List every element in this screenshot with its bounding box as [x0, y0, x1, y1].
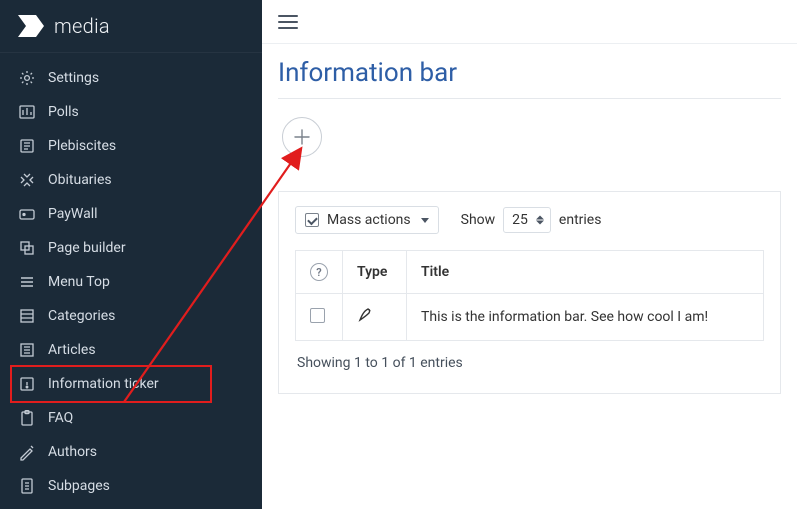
- header-type[interactable]: Type: [343, 251, 407, 294]
- mass-actions-dropdown[interactable]: Mass actions: [295, 206, 439, 234]
- sidebar: media Settings Polls Plebiscites Obituaries…: [0, 0, 262, 509]
- data-table: ? Type Title This is the information bar…: [295, 250, 764, 341]
- checkbox-icon[interactable]: [310, 308, 325, 323]
- sidebar-item-label: Page builder: [48, 240, 126, 256]
- page-size-value: 25: [512, 212, 528, 228]
- header-help[interactable]: ?: [296, 251, 343, 294]
- menu-top-icon: [18, 273, 36, 291]
- page-size-select[interactable]: 25: [503, 207, 551, 233]
- checkbox-icon: [305, 213, 319, 227]
- obituaries-icon: [18, 171, 36, 189]
- categories-icon: [18, 307, 36, 325]
- sidebar-item-menu-top[interactable]: Menu Top: [0, 265, 262, 299]
- caret-down-icon: [421, 218, 429, 223]
- main-area: Information bar Mass actions Show 25 e: [262, 0, 797, 509]
- mass-actions-label: Mass actions: [327, 212, 411, 228]
- page-builder-icon: [18, 239, 36, 257]
- articles-icon: [18, 341, 36, 359]
- page-title: Information bar: [262, 44, 797, 98]
- sidebar-item-subpages[interactable]: Subpages: [0, 469, 262, 503]
- entries-label: entries: [559, 212, 602, 228]
- sidebar-item-label: Settings: [48, 70, 99, 86]
- sidebar-item-label: Plebiscites: [48, 138, 116, 154]
- sidebar-item-label: FAQ: [48, 410, 73, 426]
- information-ticker-icon: [18, 375, 36, 393]
- topbar: [262, 0, 797, 44]
- divider: [278, 98, 781, 99]
- sidebar-item-label: PayWall: [48, 206, 98, 222]
- sidebar-nav: Settings Polls Plebiscites Obituaries PayWal…: [0, 53, 262, 503]
- row-title-cell: This is the information bar. See how coo…: [407, 294, 764, 341]
- table-info: Showing 1 to 1 of 1 entries: [295, 355, 764, 371]
- settings-icon: [18, 69, 36, 87]
- brand[interactable]: media: [0, 0, 262, 53]
- pen-icon: [357, 306, 375, 324]
- sidebar-item-polls[interactable]: Polls: [0, 95, 262, 129]
- question-icon: ?: [310, 263, 328, 281]
- row-select-cell[interactable]: [296, 294, 343, 341]
- sidebar-item-paywall[interactable]: PayWall: [0, 197, 262, 231]
- sidebar-item-information-ticker[interactable]: Information ticker: [0, 367, 262, 401]
- brand-name: media: [54, 14, 110, 38]
- sidebar-item-label: Authors: [48, 444, 97, 460]
- sidebar-item-articles[interactable]: Articles: [0, 333, 262, 367]
- page-size-control: Show 25 entries: [461, 207, 602, 233]
- sort-arrows-icon: [536, 216, 544, 225]
- plus-icon: [294, 129, 310, 145]
- plebiscites-icon: [18, 137, 36, 155]
- list-controls: Mass actions Show 25 entries: [295, 206, 764, 234]
- sidebar-item-authors[interactable]: Authors: [0, 435, 262, 469]
- add-button[interactable]: [282, 117, 322, 157]
- sidebar-item-faq[interactable]: FAQ: [0, 401, 262, 435]
- sidebar-item-label: Menu Top: [48, 274, 110, 290]
- authors-icon: [18, 443, 36, 461]
- paywall-icon: [18, 205, 36, 223]
- sidebar-item-plebiscites[interactable]: Plebiscites: [0, 129, 262, 163]
- header-title[interactable]: Title: [407, 251, 764, 294]
- sidebar-item-categories[interactable]: Categories: [0, 299, 262, 333]
- sidebar-item-label: Obituaries: [48, 172, 112, 188]
- brand-logo-icon: [18, 15, 44, 37]
- row-type-cell: [343, 294, 407, 341]
- sidebar-item-label: Information ticker: [48, 376, 159, 392]
- sidebar-item-label: Subpages: [48, 478, 110, 494]
- sidebar-item-label: Articles: [48, 342, 96, 358]
- show-label: Show: [461, 212, 496, 228]
- menu-toggle-icon[interactable]: [278, 15, 298, 29]
- sidebar-item-obituaries[interactable]: Obituaries: [0, 163, 262, 197]
- faq-icon: [18, 409, 36, 427]
- list-panel: Mass actions Show 25 entries ? Type: [278, 191, 781, 394]
- subpages-icon: [18, 477, 36, 495]
- table-row[interactable]: This is the information bar. See how coo…: [296, 294, 764, 341]
- sidebar-item-page-builder[interactable]: Page builder: [0, 231, 262, 265]
- sidebar-item-label: Categories: [48, 308, 115, 324]
- table-header-row: ? Type Title: [296, 251, 764, 294]
- sidebar-item-label: Polls: [48, 104, 79, 120]
- sidebar-item-settings[interactable]: Settings: [0, 61, 262, 95]
- polls-icon: [18, 103, 36, 121]
